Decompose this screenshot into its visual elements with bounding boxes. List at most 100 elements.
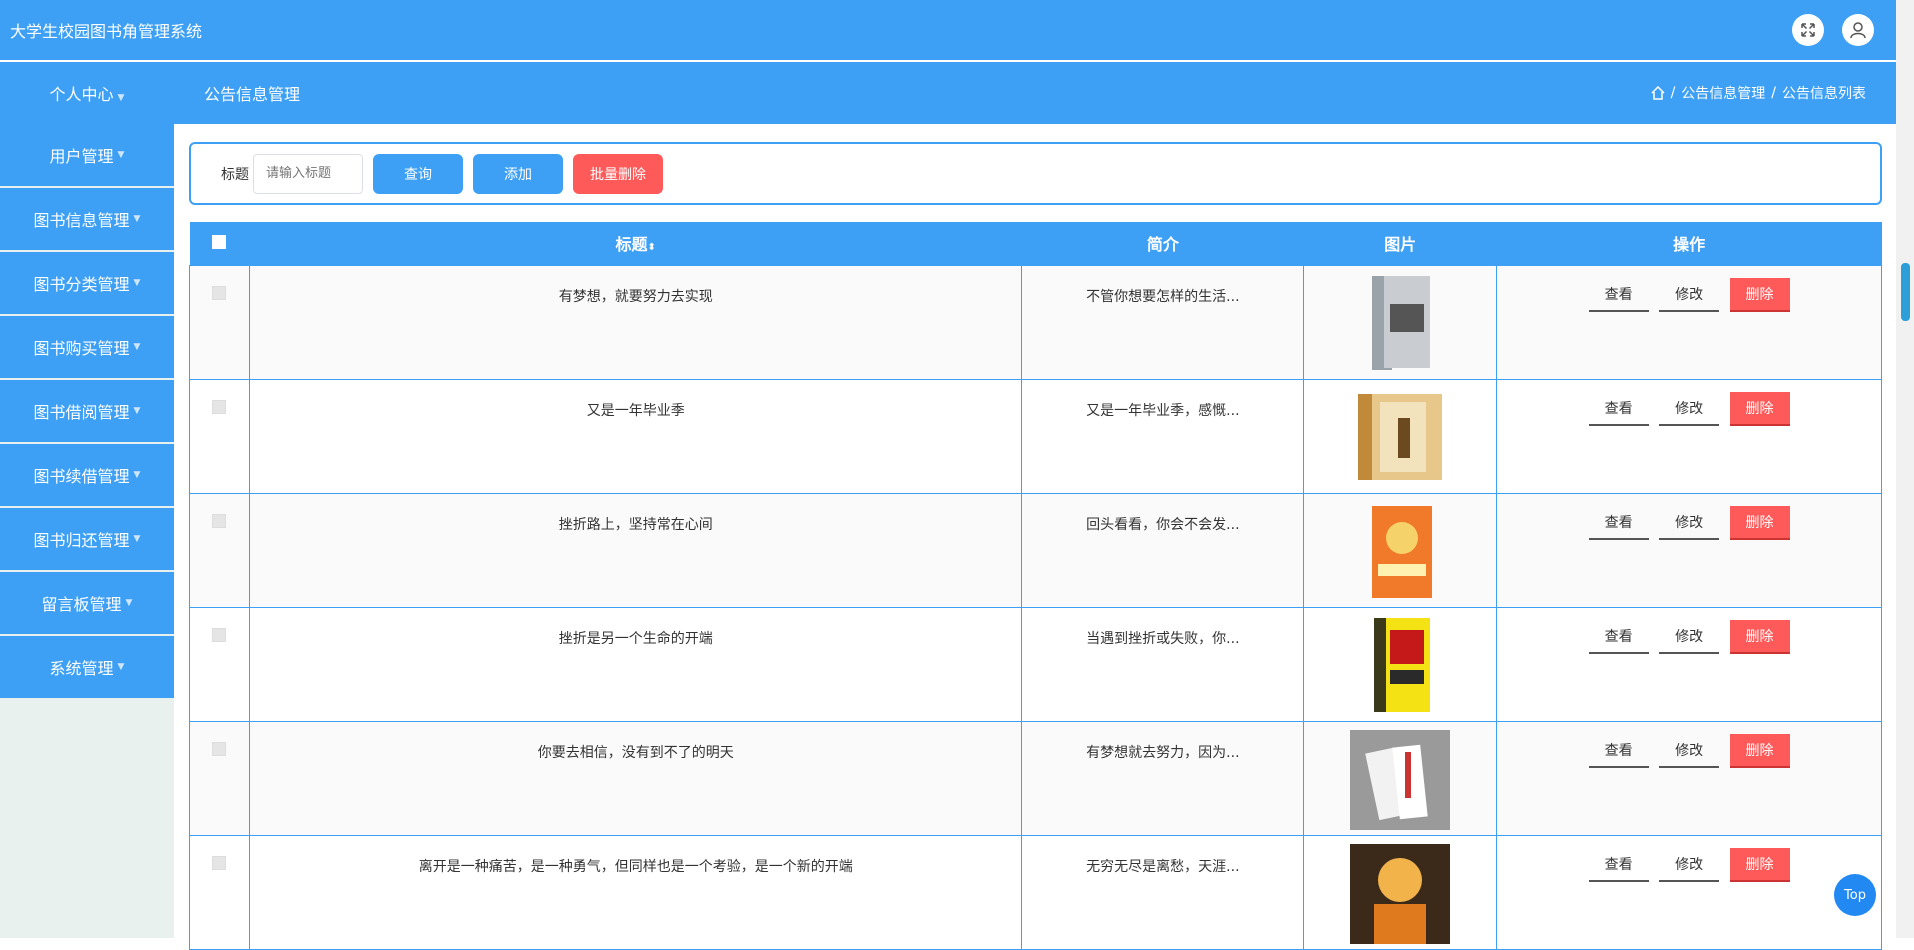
caret-down-icon: ▼ [133,534,141,544]
table-row: 有梦想，就要努力去实现 不管你想要怎样的生活... 查看 修改 删除 [189,264,1882,380]
delete-button[interactable]: 删除 [1729,391,1790,426]
sidebar-item-label: 用户管理 [49,147,114,166]
view-button[interactable]: 查看 [1588,506,1649,540]
delete-button[interactable]: 删除 [1729,277,1790,312]
app-title: 大学生校园图书角管理系统 [10,22,203,41]
view-button[interactable]: 查看 [1588,848,1649,882]
edit-button[interactable]: 修改 [1659,620,1720,654]
home-icon[interactable] [1651,86,1665,100]
view-button[interactable]: 查看 [1588,734,1649,768]
row-title: 离开是一种痛苦，是一种勇气，但同样也是一个考验，是一个新的开端 [248,834,1023,950]
table-row: 离开是一种痛苦，是一种勇气，但同样也是一个考验，是一个新的开端 无穷无尽是离愁，… [189,834,1882,950]
sidebar: 用户管理 ▼ 图书信息管理 ▼ 图书分类管理 ▼ 图书购买管理 ▼ 图书借阅管理 ▼ 图书… [0,124,174,938]
table-header-row: 标题⬍ 简介 图片 操作 [189,222,1882,265]
delete-button[interactable]: 删除 [1729,847,1790,882]
book-cover-image [1358,393,1443,480]
row-actions: 查看 修改 删除 [1496,264,1882,380]
row-actions: 查看 修改 删除 [1496,492,1882,608]
row-checkbox[interactable] [212,741,227,756]
add-button[interactable]: 添加 [473,153,563,194]
header-title[interactable]: 标题⬍ [249,222,1022,265]
row-summary: 无穷无尽是离愁，天涯... [1021,834,1305,950]
table-row: 又是一年毕业季 又是一年毕业季，感慨... 查看 修改 删除 [189,378,1882,494]
notice-table: 标题⬍ 简介 图片 操作 有梦想，就要努力去实现 不管你想要怎样的生活... 查… [189,222,1882,950]
scroll-thumb[interactable] [1901,263,1910,321]
select-all-checkbox[interactable] [212,234,227,249]
row-title: 又是一年毕业季 [248,378,1023,494]
sidebar-item-label: 系统管理 [49,659,114,678]
view-button[interactable]: 查看 [1588,278,1649,312]
breadcrumb-item[interactable]: 公告信息管理 [1681,83,1765,103]
query-button[interactable]: 查询 [373,153,463,194]
delete-button[interactable]: 删除 [1729,733,1790,768]
profile-menu[interactable]: 个人中心 ▼ [0,81,174,105]
title-search-input[interactable] [253,153,363,194]
row-checkbox[interactable] [212,855,227,870]
sidebar-item-book-borrow[interactable]: 图书借阅管理 ▼ [0,380,174,442]
caret-down-icon: ▼ [133,470,141,480]
page-title: 公告信息管理 [204,85,301,104]
row-summary: 有梦想就去努力，因为... [1021,720,1305,836]
sidebar-item-label: 图书分类管理 [33,275,130,294]
row-summary: 当遇到挫折或失败，你... [1021,606,1305,722]
sidebar-item-book-category[interactable]: 图书分类管理 ▼ [0,252,174,314]
sidebar-item-label: 图书借阅管理 [33,403,130,422]
row-summary: 又是一年毕业季，感慨... [1021,378,1305,494]
view-button[interactable]: 查看 [1588,392,1649,426]
sort-icon[interactable]: ⬍ [648,242,656,253]
sidebar-item-book-purchase[interactable]: 图书购买管理 ▼ [0,316,174,378]
view-button[interactable]: 查看 [1588,620,1649,654]
edit-button[interactable]: 修改 [1659,278,1720,312]
caret-down-icon: ▼ [117,150,125,160]
row-checkbox[interactable] [212,627,227,642]
sidebar-item-book-info[interactable]: 图书信息管理 ▼ [0,188,174,250]
row-actions: 查看 修改 删除 [1496,378,1882,494]
edit-button[interactable]: 修改 [1659,734,1720,768]
row-actions: 查看 修改 删除 [1496,606,1882,722]
scrollbar[interactable] [1896,0,1914,938]
edit-button[interactable]: 修改 [1659,506,1720,540]
user-icon[interactable] [1842,14,1874,46]
sidebar-item-book-return[interactable]: 图书归还管理 ▼ [0,508,174,570]
search-label: 标题 [221,166,249,183]
caret-down-icon: ▼ [133,406,141,416]
delete-button[interactable]: 删除 [1729,619,1790,654]
table-row: 挫折路上，坚持常在心间 回头看看，你会不会发... 查看 修改 删除 [189,492,1882,608]
book-cover-image [1374,617,1431,712]
table-row: 你要去相信，没有到不了的明天 有梦想就去努力，因为... 查看 修改 删除 [189,720,1882,836]
breadcrumb-item: 公告信息列表 [1782,86,1866,102]
header-image: 图片 [1303,222,1497,265]
batch-delete-button[interactable]: 批量删除 [573,153,663,194]
top-header: 大学生校园图书角管理系统 [0,0,1896,60]
row-summary: 回头看看，你会不会发... [1021,492,1305,608]
sidebar-item-label: 图书信息管理 [33,211,130,230]
sidebar-item-book-renew[interactable]: 图书续借管理 ▼ [0,444,174,506]
caret-down-icon: ▼ [117,93,125,103]
caret-down-icon: ▼ [125,598,133,608]
row-actions: 查看 修改 删除 [1496,720,1882,836]
caret-down-icon: ▼ [133,214,141,224]
book-cover-image [1372,505,1433,598]
row-checkbox[interactable] [212,285,227,300]
edit-button[interactable]: 修改 [1659,392,1720,426]
sidebar-item-users[interactable]: 用户管理 ▼ [0,124,174,186]
select-all-cell[interactable] [189,222,250,265]
book-cover-image [1350,729,1451,830]
book-cover-image [1350,843,1451,944]
secondary-bar: 个人中心 ▼ 公告信息管理 / 公告信息管理 / 公告信息列表 [0,62,1896,124]
row-title: 挫折路上，坚持常在心间 [248,492,1023,608]
caret-down-icon: ▼ [133,278,141,288]
fullscreen-icon[interactable] [1792,14,1824,46]
row-checkbox[interactable] [212,399,227,414]
sidebar-item-label: 图书购买管理 [33,339,130,358]
back-to-top-button[interactable]: Top [1834,874,1876,916]
sidebar-item-system[interactable]: 系统管理 ▼ [0,636,174,698]
sidebar-item-label: 留言板管理 [41,595,122,614]
sidebar-item-message-board[interactable]: 留言板管理 ▼ [0,572,174,634]
header-actions: 操作 [1496,222,1882,265]
delete-button[interactable]: 删除 [1729,505,1790,540]
edit-button[interactable]: 修改 [1659,848,1720,882]
row-checkbox[interactable] [212,513,227,528]
table-row: 挫折是另一个生命的开端 当遇到挫折或失败，你... 查看 修改 删除 [189,606,1882,722]
sidebar-item-label: 图书归还管理 [33,531,130,550]
